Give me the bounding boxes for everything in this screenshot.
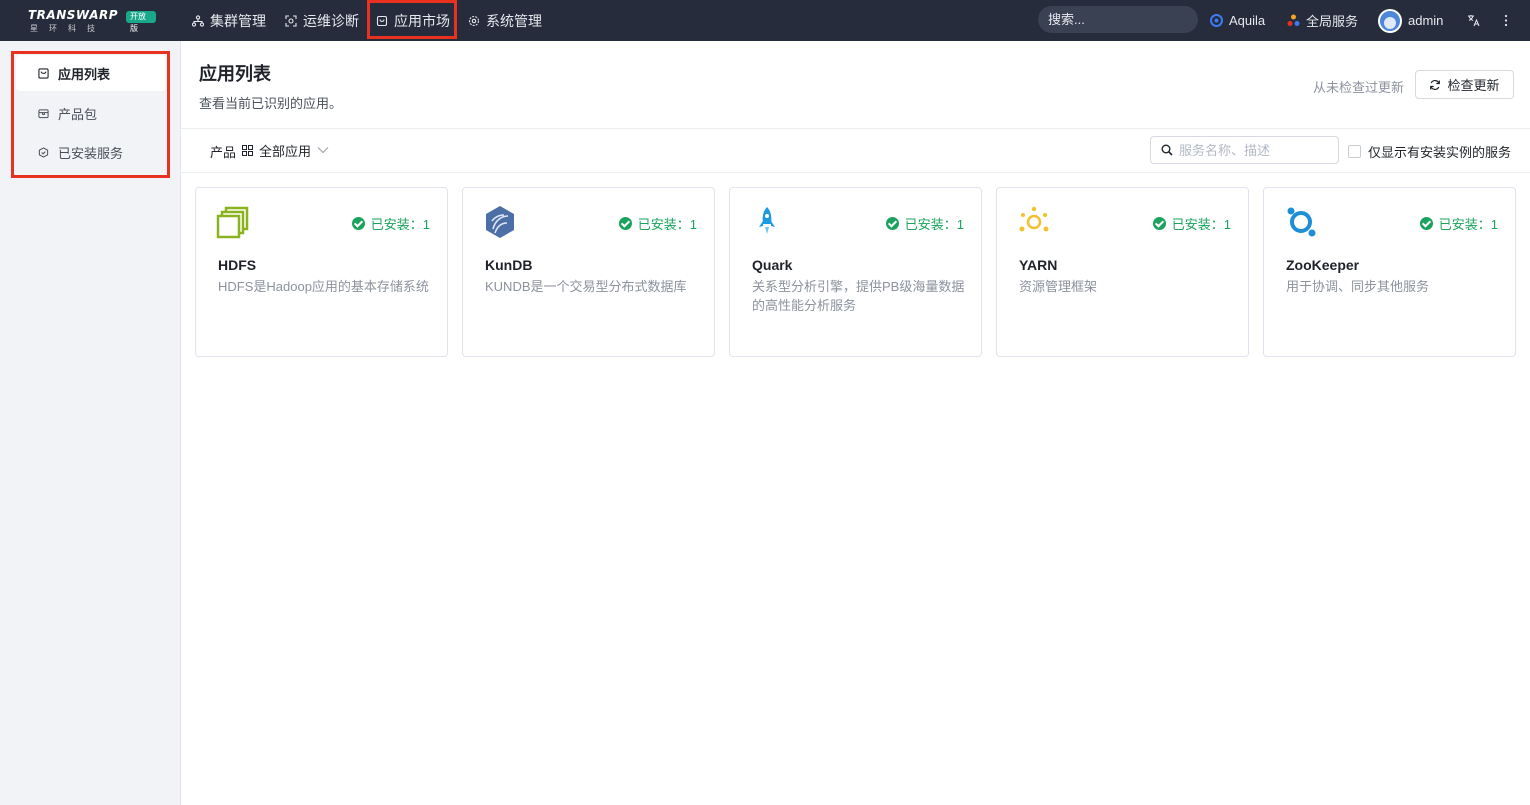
chevron-down-icon [317,147,329,154]
language-switch[interactable] [1467,0,1480,41]
header-divider [181,128,1530,129]
top-bar: TRANSWARP 星环科技 开放版 集群管理 运维诊断 应用市场 系统管理 搜… [0,0,1530,41]
hdfs-logo-icon [216,206,249,239]
global-services-icon [1287,14,1300,26]
app-card-quark[interactable]: 已安装：1 Quark 关系型分析引擎，提供PB级海量数据的高性能分析服务 [729,187,982,357]
translate-icon [1468,15,1480,27]
sidebar-highlight-box [11,51,170,178]
check-update-button[interactable]: 检查更新 [1415,70,1514,99]
more-menu[interactable] [1504,0,1508,41]
nav-cluster-label: 集群管理 [210,12,266,29]
check-circle-icon [1419,217,1433,230]
sidebar: 应用列表 产品包 已安装服务 [0,41,181,805]
more-vertical-icon [1504,14,1508,27]
global-services-link[interactable]: 全局服务 [1287,0,1358,41]
install-status-text: 已安装：1 [904,217,964,232]
nav-highlight-box [367,0,457,39]
app-name: Quark [752,257,793,273]
app-name: YARN [1019,257,1058,273]
transwarp-logo[interactable]: TRANSWARP 星环科技 开放版 [28,6,156,34]
aquila-icon [1210,14,1223,27]
check-circle-icon [351,217,365,230]
quark-rocket-icon [759,207,775,234]
product-filter-label: 产品 [210,145,237,160]
install-status-text: 已安装：1 [370,217,430,232]
settings-icon [468,15,480,26]
refresh-icon [1430,79,1441,90]
username: admin [1408,13,1444,28]
install-status: 已安装：1 [1419,214,1498,233]
diagnose-icon [285,14,297,27]
yarn-logo-icon [1019,206,1049,232]
app-name: KunDB [485,257,533,273]
install-status-text: 已安装：1 [1171,217,1231,232]
main-content: 应用列表 查看当前已识别的应用。 从未检查过更新 检查更新 产品 全部应用 仅显… [181,41,1530,805]
checkbox-box[interactable] [1348,145,1361,158]
install-status: 已安装：1 [1152,214,1231,233]
page-title: 应用列表 [199,64,271,84]
product-filter-value: 全部应用 [259,143,312,159]
install-status: 已安装：1 [618,214,697,233]
page-subtitle: 查看当前已识别的应用。 [199,96,343,111]
service-search-field[interactable] [1150,136,1339,164]
app-card-hdfs[interactable]: 已安装：1 HDFS HDFS是Hadoop应用的基本存储系统 [195,187,448,357]
cluster-icon [192,14,204,27]
check-circle-icon [885,217,899,230]
logo-wordmark: TRANSWARP [28,8,119,22]
search-icon [1161,144,1173,156]
grid-icon [242,144,253,156]
nav-cluster-management[interactable]: 集群管理 [192,0,266,41]
check-circle-icon [618,217,632,230]
last-checked-text: 从未检查过更新 [1312,80,1404,95]
logo-subtitle: 星环科技 [30,24,106,33]
service-search-input[interactable] [1179,142,1329,158]
app-description: 用于协调、同步其他服务 [1286,279,1430,294]
app-card-kundb[interactable]: 已安装：1 KunDB KUNDB是一个交易型分布式数据库 [462,187,715,357]
app-description: KUNDB是一个交易型分布式数据库 [485,279,687,294]
install-status-text: 已安装：1 [637,217,697,232]
kundb-logo-icon [486,206,514,238]
nav-ops-diagnosis[interactable]: 运维诊断 [285,0,359,41]
nav-system-management[interactable]: 系统管理 [468,0,542,41]
nav-diagnosis-label: 运维诊断 [303,12,359,29]
app-description: 资源管理框架 [1019,279,1098,294]
app-description: HDFS是Hadoop应用的基本存储系统 [218,279,429,294]
check-circle-icon [1152,217,1166,230]
aquila-label: Aquila [1229,13,1266,28]
check-update-label: 检查更新 [1447,78,1500,93]
filter-divider [181,172,1530,173]
global-search-input[interactable]: 搜索... [1038,6,1198,33]
app-name: ZooKeeper [1286,257,1360,273]
aquila-link[interactable]: Aquila [1210,0,1265,41]
nav-system-label: 系统管理 [486,12,542,29]
install-status: 已安装：1 [885,214,964,233]
only-installed-label: 仅显示有安装实例的服务 [1368,145,1512,160]
install-status: 已安装：1 [351,214,430,233]
app-card-zookeeper[interactable]: 已安装：1 ZooKeeper 用于协调、同步其他服务 [1263,187,1516,357]
install-status-text: 已安装：1 [1438,217,1498,232]
global-services-label: 全局服务 [1306,14,1359,29]
user-menu[interactable]: admin [1378,0,1443,41]
app-card-yarn[interactable]: 已安装：1 YARN 资源管理框架 [996,187,1249,357]
zookeeper-logo-icon [1287,207,1316,237]
app-name: HDFS [218,257,257,273]
edition-badge: 开放版 [126,11,156,33]
product-filter-select[interactable]: 全部应用 [242,139,329,161]
only-installed-checkbox[interactable]: 仅显示有安装实例的服务 [1348,142,1511,161]
avatar [1378,8,1402,33]
app-description: 关系型分析引擎，提供PB级海量数据的高性能分析服务 [752,279,965,313]
